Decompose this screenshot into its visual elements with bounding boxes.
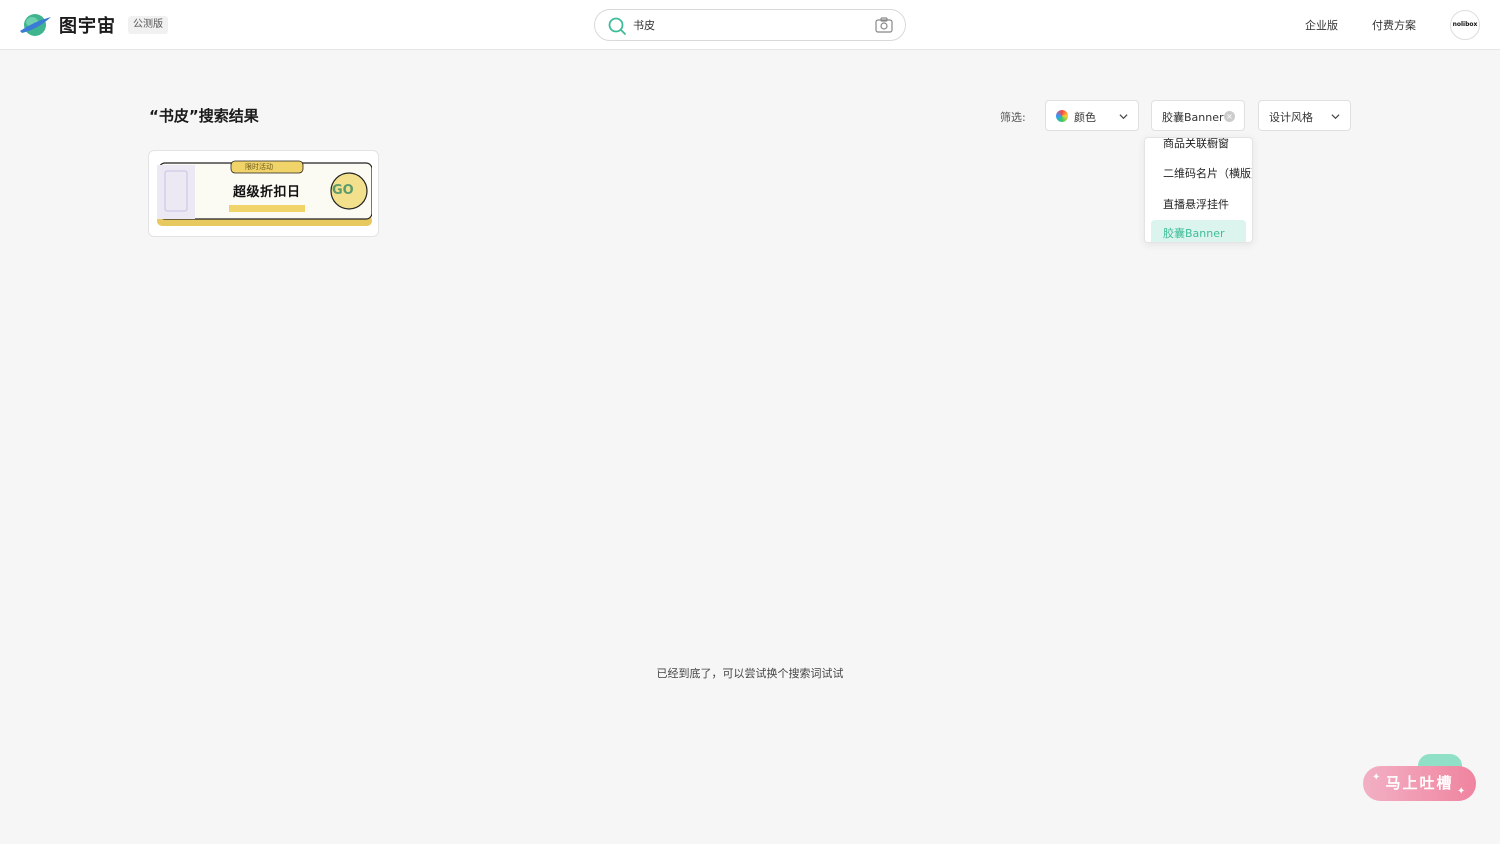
feedback-button[interactable]: ✦ 马上吐槽 ✦ (1363, 766, 1476, 801)
dropdown-item[interactable]: 商品关联橱窗 (1145, 138, 1252, 156)
type-dropdown-menu[interactable]: 商品关联橱窗 二维码名片（横版） 直播悬浮挂件 胶囊Banner (1144, 137, 1253, 243)
banner-cta: GO (332, 183, 354, 198)
color-wheel-icon (1056, 110, 1068, 122)
nav-pricing[interactable]: 付费方案 (1372, 17, 1416, 33)
top-header: 图宇宙 公测版 企业版 付费方案 nolibox (0, 0, 1500, 50)
chevron-down-icon (1119, 114, 1128, 120)
beta-badge: 公测版 (128, 16, 168, 34)
filter-label: 筛选: (1000, 111, 1026, 124)
search-bar[interactable] (594, 9, 906, 41)
color-filter-label: 颜色 (1074, 111, 1096, 124)
sparkle-icon: ✦ (1372, 772, 1383, 783)
banner-tag: 限时活动 (245, 163, 273, 171)
end-of-results-note: 已经到底了，可以尝试换个搜索词试试 (656, 667, 844, 680)
nav-enterprise[interactable]: 企业版 (1305, 17, 1338, 33)
sparkle-icon: ✦ (1457, 786, 1468, 797)
type-filter-label: 胶囊Banner (1162, 111, 1224, 124)
style-filter-label: 设计风格 (1269, 111, 1313, 124)
style-filter[interactable]: 设计风格 (1258, 100, 1351, 131)
chevron-down-icon (1331, 114, 1340, 120)
dropdown-item[interactable]: 二维码名片（横版） (1145, 160, 1252, 186)
planet-logo-icon[interactable] (18, 11, 52, 39)
type-filter[interactable]: 胶囊Banner × (1151, 100, 1245, 131)
dropdown-item[interactable]: 直播悬浮挂件 (1145, 191, 1252, 217)
brand-name[interactable]: 图宇宙 (59, 12, 116, 38)
result-card[interactable]: 限时活动 超级折扣日 GO (148, 150, 379, 237)
avatar[interactable]: nolibox (1450, 10, 1480, 40)
banner-headline: 超级折扣日 (233, 185, 301, 200)
color-filter[interactable]: 颜色 (1045, 100, 1139, 131)
feedback-label: 马上吐槽 (1385, 774, 1454, 792)
clear-icon[interactable]: × (1224, 111, 1235, 122)
dropdown-item-selected[interactable]: 胶囊Banner (1151, 220, 1246, 242)
search-input[interactable] (633, 15, 863, 35)
camera-icon[interactable] (875, 17, 893, 33)
search-icon (608, 17, 626, 35)
page-title: “书皮”搜索结果 (149, 107, 259, 125)
